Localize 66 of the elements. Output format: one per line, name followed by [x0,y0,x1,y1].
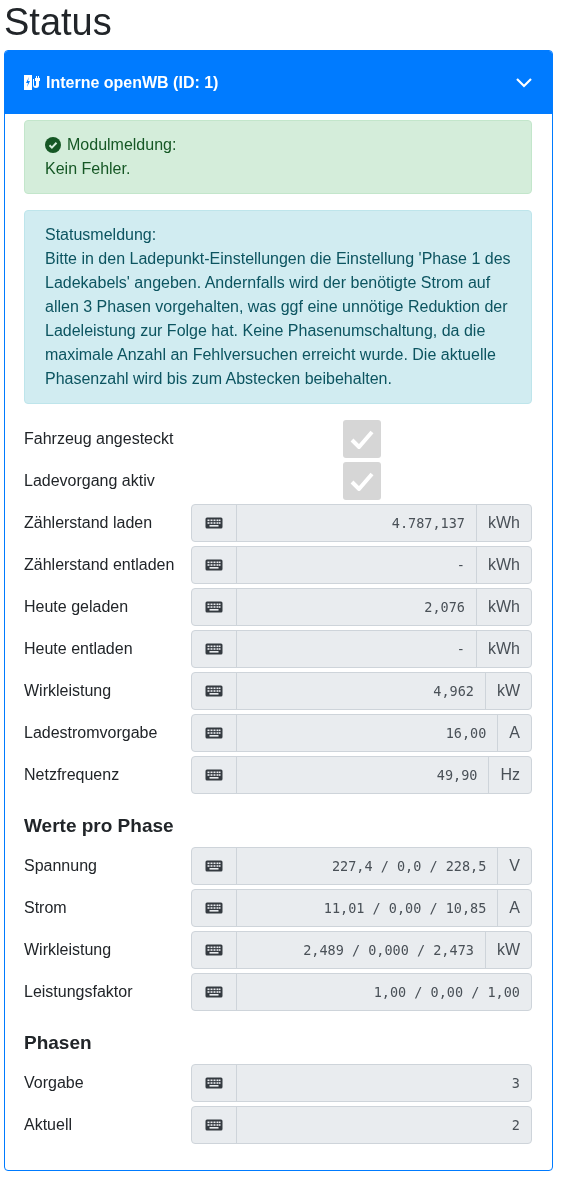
field-label: Heute geladen [24,598,130,616]
unit-label: kW [484,932,531,968]
section-heading: Phasen [24,1031,93,1055]
checkbox[interactable] [342,462,381,500]
section-heading: Werte pro Phase [24,814,175,838]
keyboard-icon [205,685,223,697]
value-field: - kWh [191,630,532,668]
keyboard-icon [205,902,223,914]
field-label: Vorgabe [24,1074,85,1092]
value-field: 16,00 A [191,714,532,752]
keyboard-icon [205,769,223,781]
checkbox[interactable] [342,420,381,458]
checkmark-icon [349,471,374,491]
check-circle-icon [45,137,61,153]
page-title: Status [4,0,113,45]
unit-label: kW [484,673,531,709]
value-field: 4,962 kW [191,672,532,710]
value-field: 3 [191,1064,532,1102]
keyboard-icon [205,727,223,739]
keyboard-icon [205,860,223,872]
keyboard-icon [205,643,223,655]
field-label: Zählerstand entladen [24,556,176,574]
keyboard-icon [205,517,223,529]
keyboard-icon [205,986,223,998]
card-header[interactable]: Interne openWB (ID: 1) [5,51,552,114]
unit-label: A [497,715,531,751]
card-title: Interne openWB (ID: 1) [46,73,220,92]
value-field: 2,076 kWh [191,588,532,626]
field-label: Wirkleistung [24,682,113,700]
unit-label: kWh [476,547,531,583]
alert-text: Bitte in den Ladepunkt-Einstellungen die Einstellung 'Phase 1 des Ladekabels' angeben. Andernfalls wird der benötigte Strom auf allen 3 Phasen vorgehalten, was ggf eine unnötige Reduktion der Ladeleistung zur Folge hat. Keine Phasenumschaltung, da die maximale Anzahl an Fehlversuchen erreicht wurde. Die aktuelle Phasenzahl wird bis zum Abstecken beibehalten. [45,249,511,389]
value-field: 2,489 / 0,000 / 2,473 kW [191,931,532,969]
keyboard-icon [205,944,223,956]
alert-title: Modulmeldung: [67,135,177,155]
field-label: Ladevorgang aktiv [24,472,156,490]
unit-label: kWh [476,589,531,625]
keyboard-icon [205,559,223,571]
field-label: Ladestromvorgabe [24,724,159,742]
value-field: 2 [191,1106,532,1144]
value-field: - kWh [191,546,532,584]
unit-label: kWh [476,505,531,541]
charging-station-icon [22,73,40,92]
unit-label: V [497,848,531,884]
field-label: Netzfrequenz [24,766,121,784]
value-field: 11,01 / 0,00 / 10,85 A [191,889,532,927]
field-label: Fahrzeug angesteckt [24,430,175,448]
value-field: 4.787,137 kWh [191,504,532,542]
value-field: 227,4 / 0,0 / 228,5 V [191,847,532,885]
field-label: Aktuell [24,1116,74,1134]
field-label: Spannung [24,857,98,875]
alert-text: Kein Fehler. [45,159,132,179]
unit-label: kWh [476,631,531,667]
field-label: Strom [24,899,68,917]
field-label: Wirkleistung [24,941,113,959]
checkmark-icon [349,429,374,449]
value-field: 1,00 / 0,00 / 1,00 [191,973,532,1011]
unit-label: A [497,890,531,926]
field-label: Heute entladen [24,640,134,658]
unit-label: Hz [488,757,531,793]
field-label: Leistungsfaktor [24,983,134,1001]
keyboard-icon [205,601,223,613]
keyboard-icon [205,1077,223,1089]
field-label: Zählerstand laden [24,514,154,532]
keyboard-icon [205,1119,223,1131]
alert-title: Statusmeldung: [45,225,157,245]
value-field: 49,90 Hz [191,756,532,794]
